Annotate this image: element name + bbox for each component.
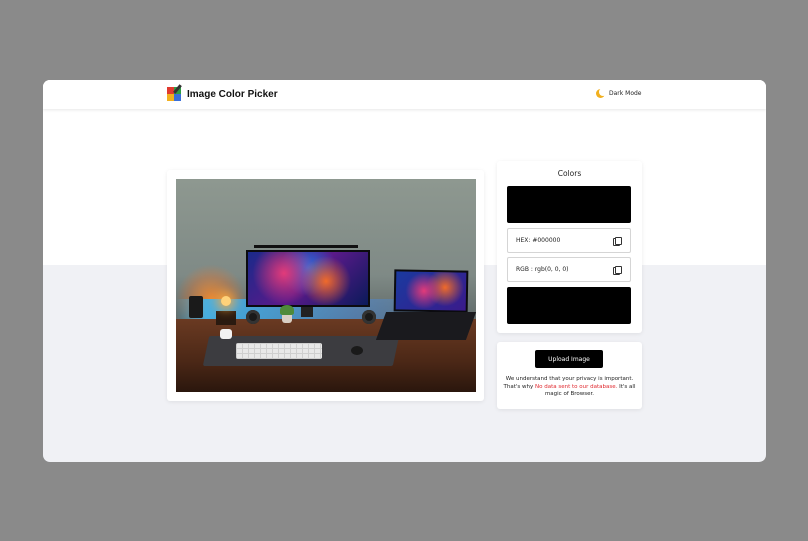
plant	[280, 305, 294, 323]
image-card	[167, 170, 484, 401]
rgb-value: RGB : rgb(0, 0, 0)	[516, 266, 569, 273]
color-swatch-primary	[507, 186, 631, 223]
lamp-bulb	[221, 296, 231, 306]
copy-icon[interactable]	[613, 265, 622, 275]
monitor-lightbar	[254, 245, 358, 248]
color-picker-logo-icon	[167, 83, 182, 102]
desk-box	[216, 311, 236, 325]
laptop-screen	[393, 269, 469, 313]
navbar: Image Color Picker Dark Mode	[43, 80, 766, 109]
keyboard	[236, 343, 322, 359]
copy-icon[interactable]	[613, 236, 622, 246]
speaker-left	[246, 310, 260, 324]
rgb-value-field[interactable]: RGB : rgb(0, 0, 0)	[507, 257, 631, 282]
laptop-base	[375, 312, 476, 340]
app-title: Image Color Picker	[187, 88, 278, 100]
upload-image-button[interactable]: Upload Image	[535, 350, 603, 368]
privacy-highlight: No data sent to our database.	[535, 383, 618, 390]
speaker-right	[362, 310, 376, 324]
dark-mode-label: Dark Mode	[609, 90, 642, 97]
app-window: Image Color Picker Dark Mode Colors HEX:…	[43, 80, 766, 462]
uploaded-image[interactable]	[176, 179, 476, 392]
colors-panel: Colors HEX: #000000 RGB : rgb(0, 0, 0)	[497, 161, 642, 333]
desk-lamp	[189, 296, 203, 318]
monitor	[246, 250, 370, 307]
brand[interactable]: Image Color Picker	[167, 83, 278, 103]
mouse	[351, 346, 363, 355]
upload-panel: Upload Image We understand that your pri…	[497, 342, 642, 409]
hex-value: HEX: #000000	[516, 237, 561, 244]
colors-title: Colors	[557, 169, 582, 178]
moon-icon	[596, 88, 607, 98]
airpods-case	[220, 329, 232, 339]
dark-mode-toggle[interactable]: Dark Mode	[596, 88, 642, 98]
hex-value-field[interactable]: HEX: #000000	[507, 228, 631, 253]
privacy-note: We understand that your privacy is impor…	[503, 376, 636, 399]
color-swatch-secondary	[507, 287, 631, 324]
monitor-stand	[301, 307, 313, 317]
